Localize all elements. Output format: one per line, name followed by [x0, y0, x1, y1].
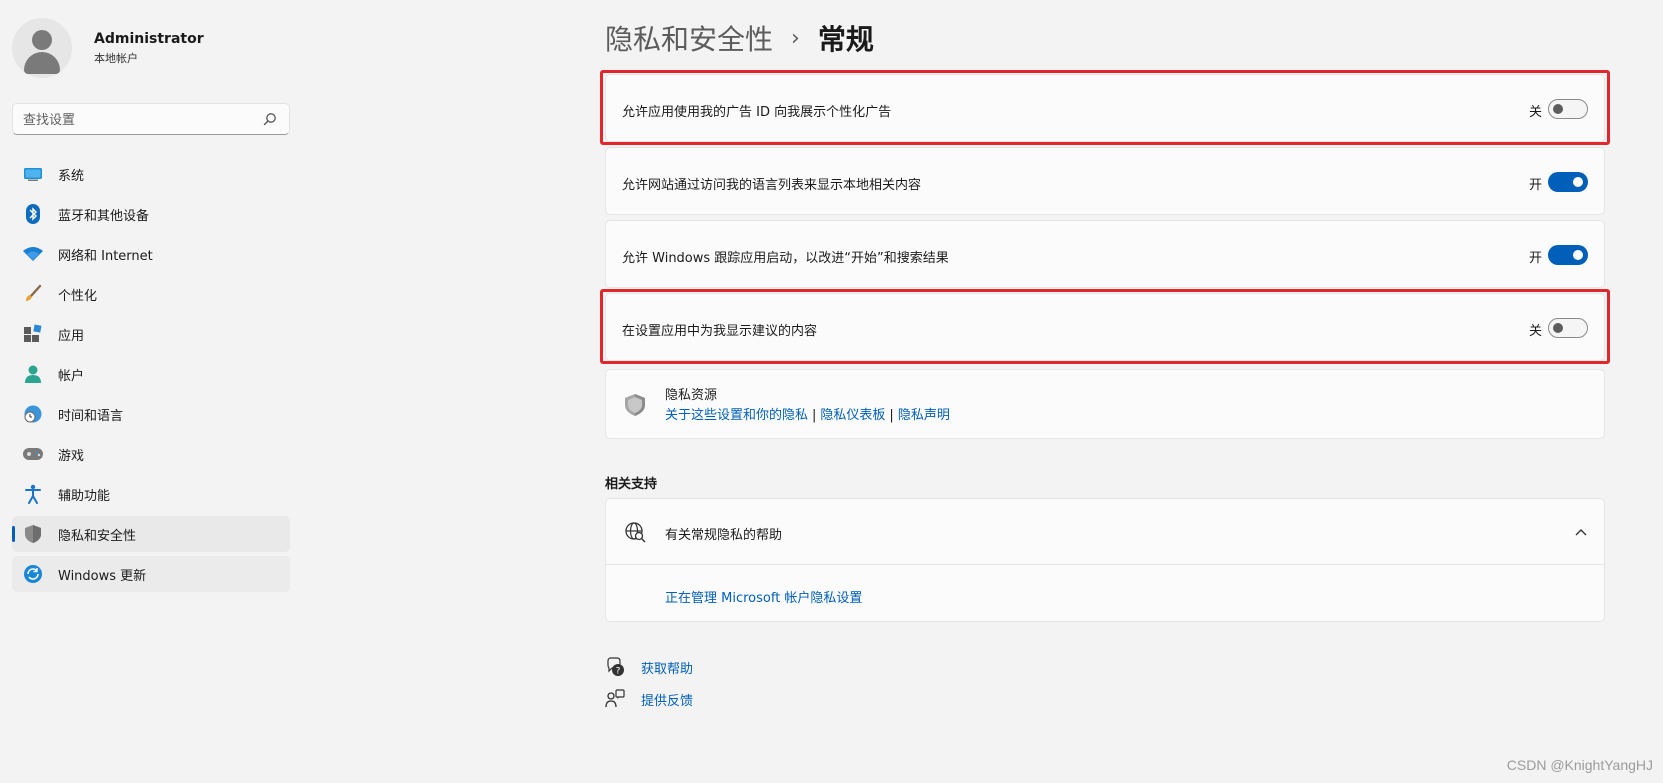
setting-card-language-list: 允许网站通过访问我的语言列表来显示本地相关内容 开 [605, 147, 1605, 215]
globe-search-icon [625, 522, 646, 543]
privacy-resources-links: 关于这些设置和你的隐私 | 隐私仪表板 | 隐私声明 [665, 408, 950, 423]
feedback-link[interactable]: 提供反馈 [605, 689, 693, 709]
feedback-icon [605, 689, 625, 708]
page-title: 常规 [817, 23, 874, 56]
sidebar-item-accounts[interactable]: 帐户 [12, 356, 290, 392]
wifi-icon [22, 243, 44, 265]
setting-card-suggested-content: 在设置应用中为我显示建议的内容 关 [605, 293, 1605, 361]
gamepad-icon [22, 443, 44, 465]
setting-label: 允许 Windows 跟踪应用启动，以改进“开始”和搜索结果 [622, 251, 949, 266]
sidebar-item-label: 游戏 [58, 448, 85, 464]
search-icon[interactable] [263, 112, 277, 126]
related-support-title: 相关支持 [605, 477, 658, 492]
setting-label: 在设置应用中为我显示建议的内容 [622, 324, 818, 339]
sidebar-item-label: Windows 更新 [58, 568, 147, 584]
avatar [12, 18, 72, 78]
time-language-icon [22, 403, 44, 425]
toggle-state-label: 开 [1528, 178, 1542, 193]
user-profile[interactable]: Administrator 本地帐户 [12, 18, 204, 78]
brush-icon [22, 283, 44, 305]
toggle-state-label: 开 [1528, 251, 1542, 266]
suggested-content-toggle[interactable] [1548, 318, 1588, 338]
sidebar-item-gaming[interactable]: 游戏 [12, 436, 290, 472]
privacy-resources-title: 隐私资源 [665, 388, 718, 403]
sidebar-item-accessibility[interactable]: 辅助功能 [12, 476, 290, 512]
get-help-link[interactable]: ? 获取帮助 [605, 657, 693, 677]
sidebar-item-label: 辅助功能 [58, 488, 111, 504]
user-account-type: 本地帐户 [94, 51, 138, 65]
shield-icon [625, 394, 645, 416]
sidebar-item-windows-update[interactable]: Windows 更新 [12, 556, 290, 592]
sidebar: Administrator 本地帐户 系统 蓝牙和其他设备 [0, 0, 300, 783]
search-input[interactable] [23, 110, 253, 130]
privacy-resources-card: 隐私资源 关于这些设置和你的隐私 | 隐私仪表板 | 隐私声明 [605, 369, 1605, 439]
feedback-label[interactable]: 提供反馈 [641, 690, 693, 709]
setting-label: 允许网站通过访问我的语言列表来显示本地相关内容 [622, 178, 922, 193]
account-icon [22, 363, 44, 385]
sidebar-nav: 系统 蓝牙和其他设备 网络和 Internet 个性化 应用 帐户 时间和语言 … [12, 156, 290, 596]
setting-label: 允许应用使用我的广告 ID 向我展示个性化广告 [622, 105, 892, 120]
toggle-state-label: 关 [1528, 324, 1542, 339]
chevron-up-icon[interactable] [1574, 527, 1588, 537]
sidebar-item-label: 系统 [58, 168, 85, 184]
apps-icon [22, 323, 44, 345]
sidebar-item-label: 帐户 [58, 368, 85, 384]
search-box[interactable] [12, 103, 290, 135]
breadcrumb-parent[interactable]: 隐私和安全性 [605, 18, 773, 58]
sidebar-item-label: 网络和 Internet [58, 248, 153, 264]
sidebar-item-label: 隐私和安全性 [58, 528, 137, 544]
breadcrumb: 隐私和安全性 › 常规 [605, 18, 874, 58]
user-info: Administrator 本地帐户 [94, 31, 204, 66]
system-icon [22, 163, 44, 185]
sidebar-item-label: 时间和语言 [58, 408, 124, 424]
user-name: Administrator [94, 30, 204, 47]
sidebar-item-label: 蓝牙和其他设备 [58, 208, 150, 224]
sidebar-item-network[interactable]: 网络和 Internet [12, 236, 290, 272]
privacy-statement-link[interactable]: 隐私声明 [898, 408, 950, 423]
app-launch-tracking-toggle[interactable] [1548, 245, 1588, 265]
help-chat-icon: ? [607, 657, 624, 677]
svg-text:?: ? [616, 667, 621, 677]
privacy-dashboard-link[interactable]: 隐私仪表板 [820, 408, 885, 423]
sidebar-item-privacy-security[interactable]: 隐私和安全性 [12, 516, 290, 552]
sidebar-item-apps[interactable]: 应用 [12, 316, 290, 352]
watermark: CSDN @KnightYangHJ [1506, 757, 1653, 773]
sidebar-item-personalization[interactable]: 个性化 [12, 276, 290, 312]
bluetooth-icon [22, 203, 44, 225]
manage-account-privacy-link[interactable]: 正在管理 Microsoft 帐户隐私设置 [665, 587, 862, 606]
language-list-toggle[interactable] [1548, 172, 1588, 192]
breadcrumb-separator: › [791, 25, 800, 51]
setting-card-app-launch-tracking: 允许 Windows 跟踪应用启动，以改进“开始”和搜索结果 开 [605, 220, 1605, 288]
windows-update-icon [22, 563, 44, 585]
accessibility-icon [22, 483, 44, 505]
setting-card-ad-id: 允许应用使用我的广告 ID 向我展示个性化广告 关 [605, 74, 1605, 142]
help-expander: 有关常规隐私的帮助 正在管理 Microsoft 帐户隐私设置 [605, 498, 1605, 622]
settings-window: Administrator 本地帐户 系统 蓝牙和其他设备 [0, 0, 1663, 783]
get-help-label[interactable]: 获取帮助 [641, 658, 693, 677]
toggle-state-label: 关 [1528, 105, 1542, 120]
sidebar-item-system[interactable]: 系统 [12, 156, 290, 192]
sidebar-item-time-language[interactable]: 时间和语言 [12, 396, 290, 432]
sidebar-item-label: 个性化 [58, 288, 98, 304]
about-privacy-link[interactable]: 关于这些设置和你的隐私 [665, 408, 808, 423]
shield-icon [22, 523, 44, 545]
ad-id-toggle[interactable] [1548, 99, 1588, 119]
divider [606, 564, 1604, 565]
help-expander-title[interactable]: 有关常规隐私的帮助 [665, 524, 782, 543]
sidebar-item-bluetooth[interactable]: 蓝牙和其他设备 [12, 196, 290, 232]
sidebar-item-label: 应用 [58, 328, 85, 344]
